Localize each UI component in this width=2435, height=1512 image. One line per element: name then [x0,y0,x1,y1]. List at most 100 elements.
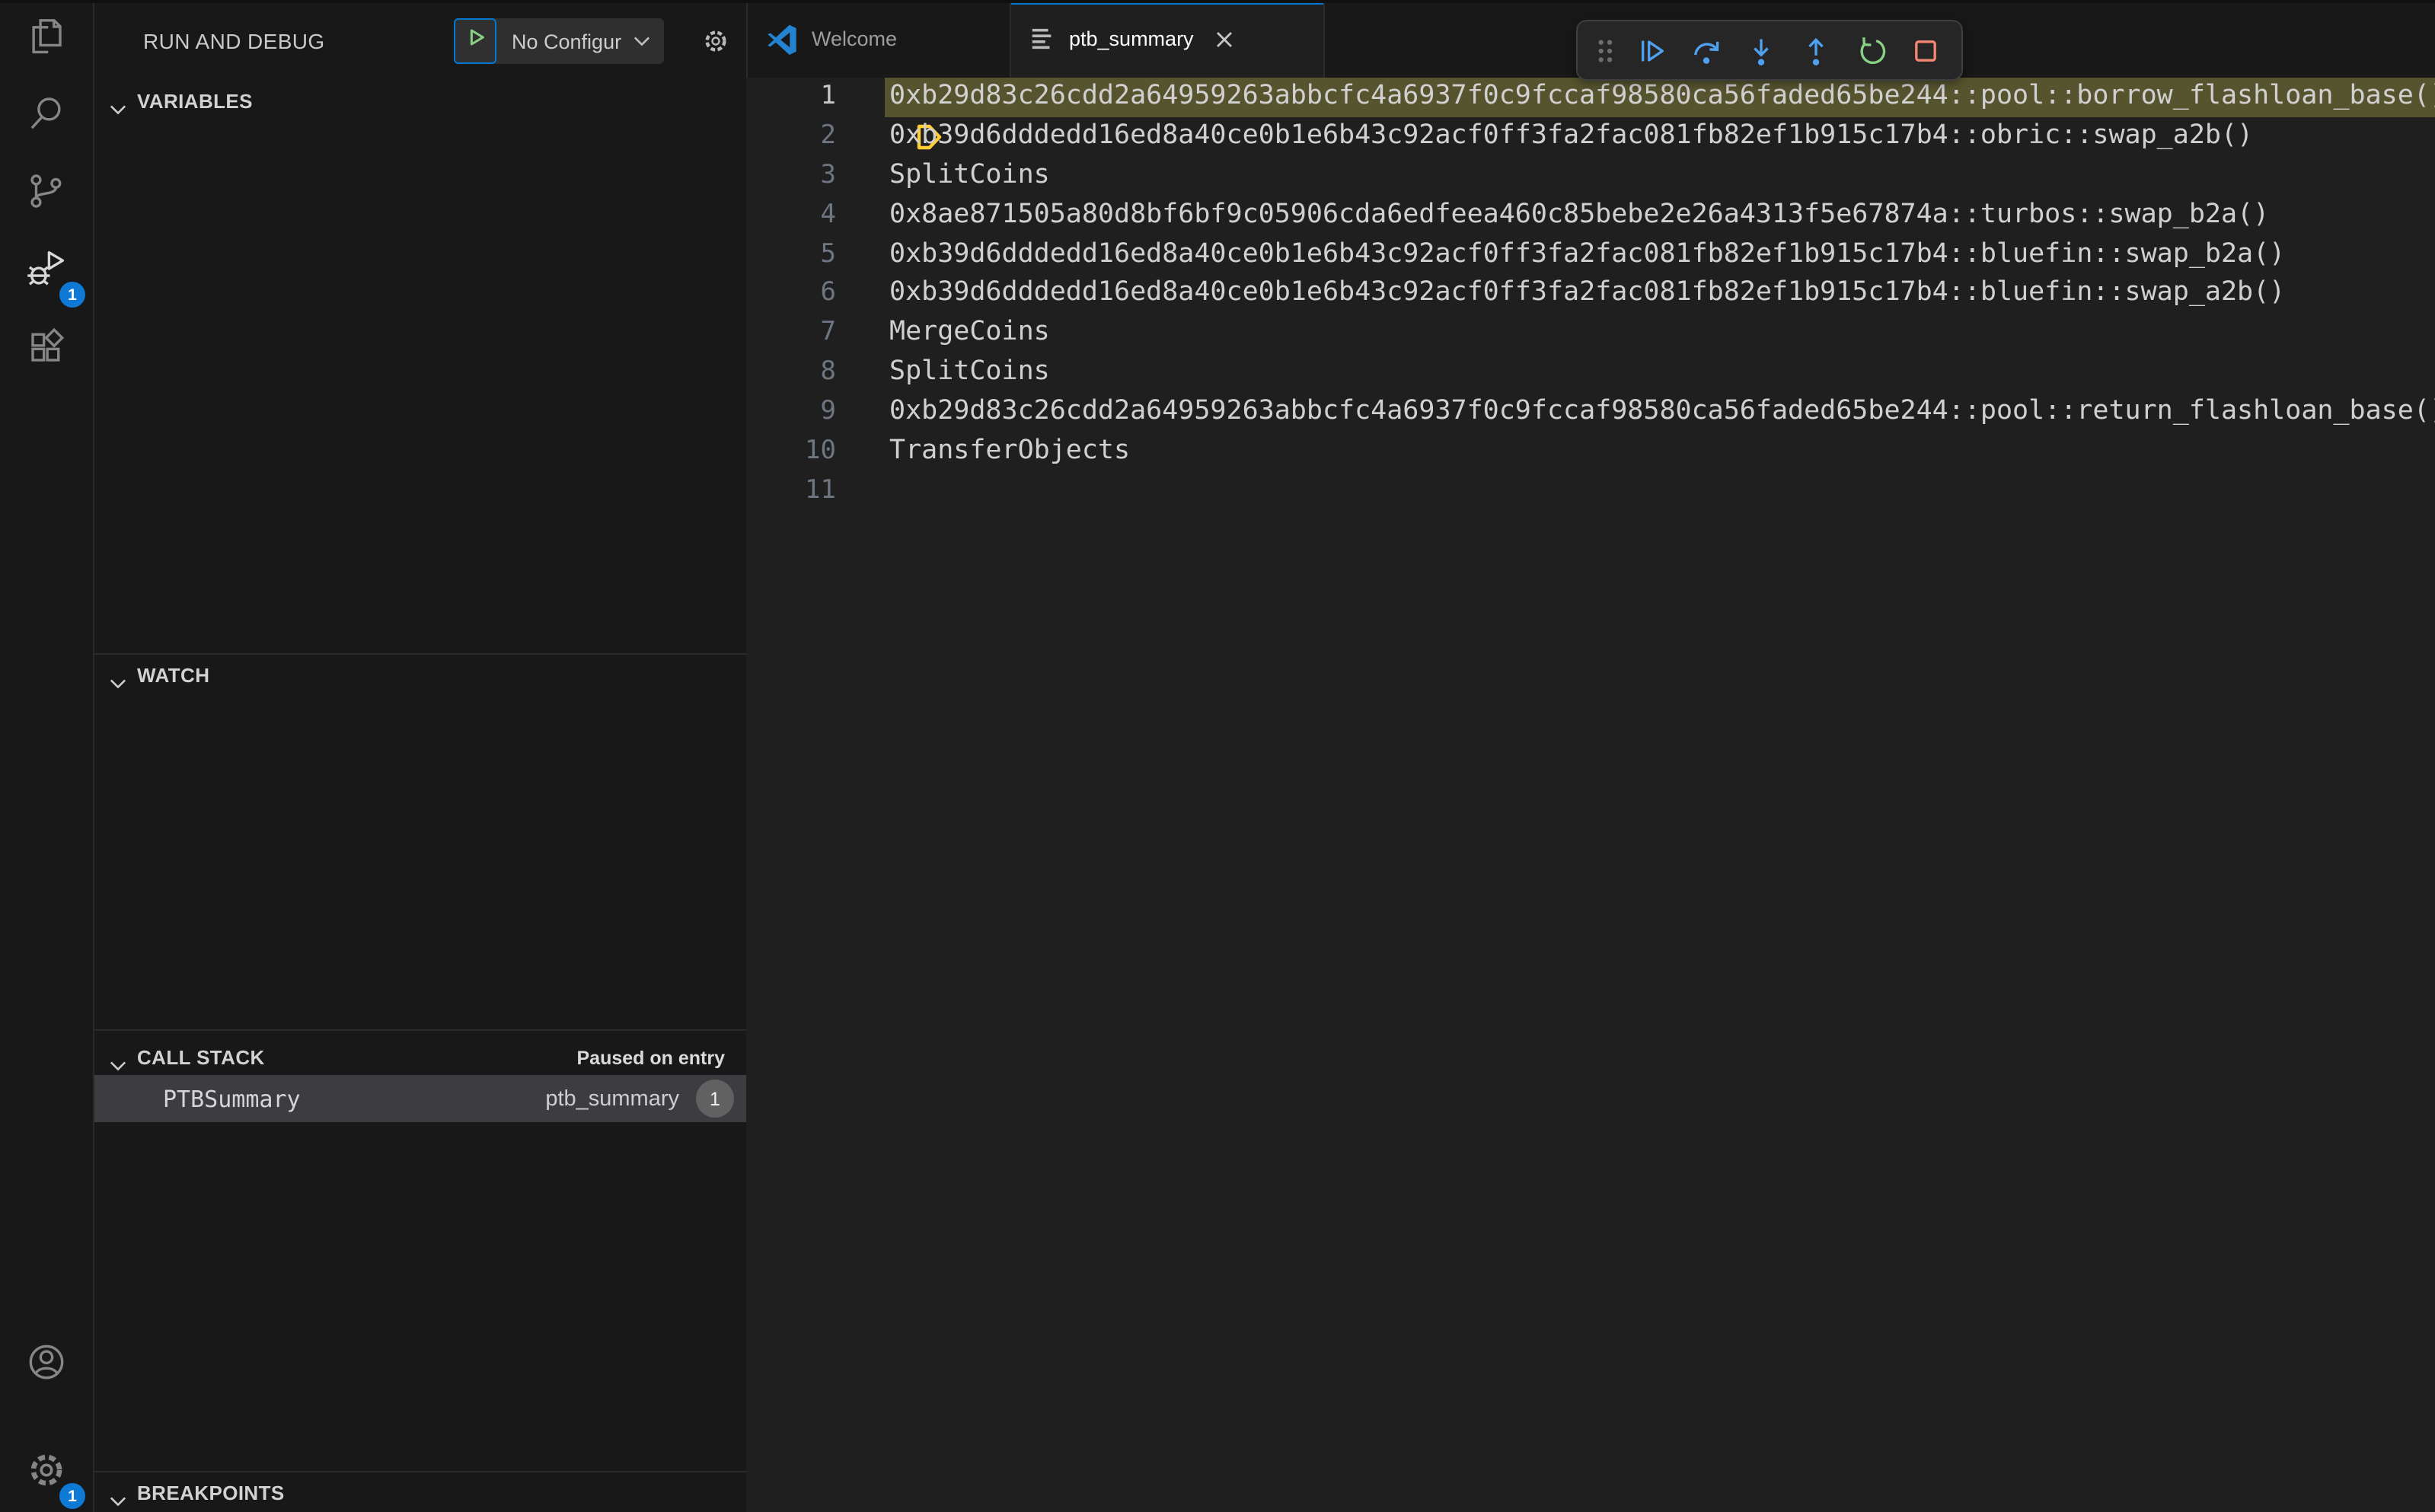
call-stack-frame-row[interactable]: PTBSummary ptb_summary 1 [94,1075,746,1122]
code-text[interactable]: TransferObjects [885,432,2435,472]
activity-item-source-control[interactable] [0,155,93,233]
code-text[interactable]: 0xb29d83c26cdd2a64959263abbcfc4a6937f0c9… [885,78,2435,117]
drag-handle-icon[interactable] [1588,24,1622,76]
code-line[interactable]: 9 0xb29d83c26cdd2a64959263abbcfc4a6937f0c… [746,393,2435,432]
chevron-down-icon [110,95,126,114]
tab-welcome[interactable]: Welcome [746,0,1011,78]
sidebar-title: RUN AND DEBUG [143,29,325,53]
stack-frame-badge: 1 [696,1080,734,1118]
code-line[interactable]: 8 SplitCoins [746,353,2435,393]
activity-item-run-and-debug[interactable]: 1 [0,233,93,311]
play-icon [464,26,487,56]
code-line[interactable]: 3 SplitCoins [746,157,2435,196]
breakpoints-section-header[interactable]: BREAKPOINTS [94,1472,746,1512]
breakpoints-section: BREAKPOINTS [94,1471,746,1512]
debug-pause-status: Paused on entry [576,1047,726,1068]
code-line[interactable]: 6 0xb39d6dddedd16ed8a40ce0b1e6b43c92acf0f… [746,275,2435,314]
breakpoints-section-label: BREAKPOINTS [137,1482,285,1504]
step-over-button[interactable] [1680,24,1731,76]
code-line[interactable]: 11 [746,472,2435,512]
launch-configuration-dropdown[interactable]: No Configur [496,18,664,64]
code-line[interactable]: 10 TransferObjects [746,432,2435,472]
gear-icon [702,30,729,61]
window-top-edge [0,0,2435,3]
watch-section-label: WATCH [137,664,210,687]
code-text[interactable]: MergeCoins [885,314,2435,354]
file-text-icon [1029,24,1055,53]
activity-item-explorer[interactable] [0,0,93,78]
stack-frame-name: PTBSummary [163,1085,301,1112]
line-number[interactable]: 9 [746,393,837,432]
sidebar-header: RUN AND DEBUG No Configur [94,0,785,81]
variables-section-label: VARIABLES [137,90,253,113]
code-line[interactable]: 1 0xb29d83c26cdd2a64959263abbcfc4a6937f0… [746,78,2435,150]
activity-item-search[interactable] [0,78,93,155]
line-number[interactable]: 4 [746,196,837,235]
chevron-down-icon [110,1051,126,1070]
code-text[interactable]: 0xb29d83c26cdd2a64959263abbcfc4a6937f0c9… [885,393,2435,432]
variables-section: VARIABLES [94,81,746,653]
code-line[interactable]: 7 MergeCoins [746,314,2435,354]
code-text[interactable]: 0x8ae871505a80d8bf6bf9c05906cda6edfeea46… [885,196,2435,235]
line-number[interactable]: 5 [746,235,837,275]
call-stack-section: CALL STACK Paused on entry PTBSummary pt… [94,1029,746,1471]
code-text[interactable] [885,472,2435,512]
call-stack-section-label: CALL STACK [137,1046,265,1069]
code-line[interactable]: 2 0xb39d6dddedd16ed8a40ce0b1e6b43c92acf0f… [746,117,2435,157]
line-number[interactable]: 2 [746,117,837,157]
tab-ptb-summary[interactable]: ptb_summary [1011,0,1325,78]
line-number[interactable]: 10 [746,432,836,472]
activity-bar-top: 1 [0,0,93,388]
chevron-down-icon [110,1487,126,1506]
code-line[interactable]: 5 0xb39d6dddedd16ed8a40ce0b1e6b43c92acf0f… [746,235,2435,275]
code-line[interactable]: 4 0x8ae871505a80d8bf6bf9c05906cda6edfeea4… [746,196,2435,235]
code-text[interactable]: SplitCoins [885,353,2435,393]
code-editor[interactable]: 1 0xb29d83c26cdd2a64959263abbcfc4a6937f0… [746,78,2435,1512]
line-number[interactable]: 7 [746,314,837,354]
debug-toolbar [1576,20,1963,81]
debug-sessions-badge: 1 [59,282,85,308]
tab-label: Welcome [812,27,898,50]
line-number[interactable]: 6 [746,275,837,314]
vscode-window: 1 1 RUN AND DEBUG No Configur VARIABLES … [0,0,2435,1512]
source-control-icon [26,170,67,219]
code-text[interactable]: 0xb39d6dddedd16ed8a40ce0b1e6b43c92acf0ff… [885,117,2435,157]
step-out-button[interactable] [1789,24,1841,76]
explorer-icon [26,14,67,63]
start-debugging-button[interactable] [454,18,496,64]
variables-section-header[interactable]: VARIABLES [94,81,746,122]
editor-group: Welcome ptb_summary 1 0xb29d83c26cdd2a64… [746,0,2435,1512]
stop-button[interactable] [1899,24,1951,76]
code-text[interactable]: SplitCoins [885,157,2435,196]
restart-button[interactable] [1844,24,1896,76]
chevron-down-icon [110,669,126,688]
close-icon[interactable] [1215,30,1233,48]
step-into-button[interactable] [1734,24,1786,76]
debug-settings-button[interactable] [702,27,729,62]
code-text[interactable]: 0xb39d6dddedd16ed8a40ce0b1e6b43c92acf0ff… [885,275,2435,314]
code-text[interactable]: 0xb39d6dddedd16ed8a40ce0b1e6b43c92acf0ff… [885,235,2435,275]
settings-badge: 1 [59,1483,85,1509]
activity-item-extensions[interactable] [0,311,93,388]
watch-section: WATCH [94,653,746,1029]
stack-frame-source: ptb_summary [545,1086,679,1111]
search-icon [26,92,67,141]
activity-item-accounts[interactable] [0,1326,93,1404]
account-icon [26,1341,67,1389]
current-execution-marker-icon [757,84,942,150]
launch-configuration-control: No Configur [454,18,665,64]
vscode-logo-icon [766,23,798,55]
run-and-debug-sidebar: RUN AND DEBUG No Configur VARIABLES WATC… [94,0,785,1512]
line-number[interactable]: 3 [746,157,837,196]
line-number[interactable]: 8 [746,353,837,393]
launch-configuration-label: No Configur [512,30,622,53]
continue-button[interactable] [1625,24,1677,76]
activity-bar: 1 1 [0,0,94,1512]
activity-bar-bottom: 1 [0,1326,93,1512]
activity-item-settings[interactable]: 1 [0,1434,93,1512]
call-stack-section-header[interactable]: CALL STACK Paused on entry [94,1037,746,1078]
extensions-icon [26,325,67,374]
line-number[interactable]: 11 [746,472,836,512]
tab-label: ptb_summary [1069,27,1194,50]
watch-section-header[interactable]: WATCH [94,655,746,696]
